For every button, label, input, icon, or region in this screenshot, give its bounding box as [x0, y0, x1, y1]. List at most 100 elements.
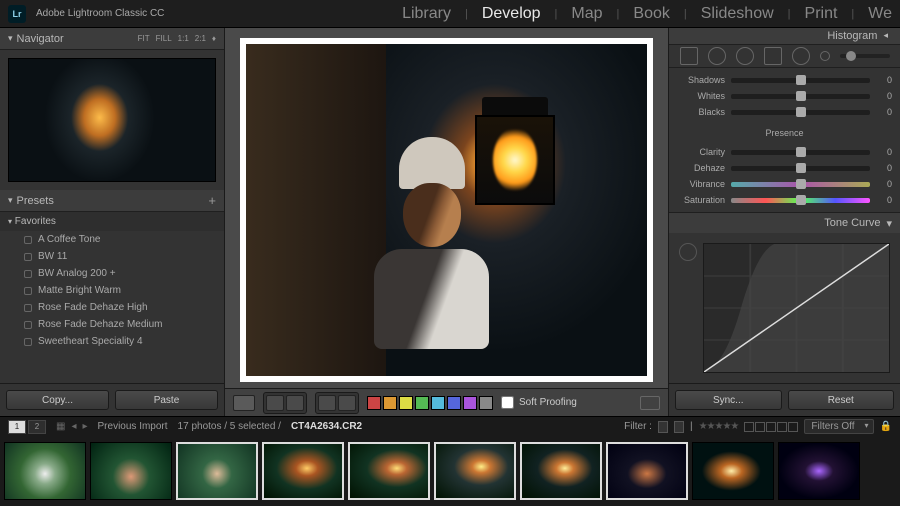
module-slideshow[interactable]: Slideshow	[701, 5, 774, 23]
disclosure-triangle-icon[interactable]: ▾	[8, 217, 12, 226]
soft-proofing-toggle[interactable]: Soft Proofing	[501, 396, 577, 409]
preset-item[interactable]: Rose Fade Dehaze High	[0, 299, 224, 316]
filter-lock-icon[interactable]: 🔒	[880, 421, 892, 432]
gradient-tool[interactable]	[764, 47, 782, 65]
slider-value[interactable]: 0	[876, 91, 892, 101]
module-develop[interactable]: Develop	[482, 5, 541, 23]
before-after-tb-button[interactable]	[286, 395, 304, 411]
slider-thumb[interactable]	[796, 75, 806, 85]
tone-curve-header[interactable]: Tone Curve ▾	[669, 213, 900, 233]
filmstrip-thumb[interactable]	[348, 442, 430, 500]
preset-item[interactable]: Matte Bright Warm	[0, 282, 224, 299]
display-1-button[interactable]: 1	[8, 420, 26, 434]
toolbar-switch-icon[interactable]	[640, 396, 660, 410]
filmstrip-thumb[interactable]	[778, 442, 860, 500]
slider-thumb[interactable]	[796, 195, 806, 205]
color-chip[interactable]	[431, 396, 445, 410]
color-chip[interactable]	[463, 396, 477, 410]
star-rating-filter[interactable]: ★★★★★	[699, 421, 739, 432]
disclosure-triangle-icon[interactable]: ▾	[8, 33, 13, 44]
loupe-view-button[interactable]	[233, 395, 255, 411]
color-filter-yellow[interactable]	[755, 422, 765, 432]
slider-value[interactable]: 0	[876, 107, 892, 117]
color-chip[interactable]	[447, 396, 461, 410]
zoom-1-1[interactable]: 1:1	[178, 34, 189, 43]
slider-value[interactable]: 0	[876, 147, 892, 157]
display-2-button[interactable]: 2	[28, 420, 46, 434]
slider-thumb[interactable]	[796, 147, 806, 157]
slider-thumb[interactable]	[796, 179, 806, 189]
copy-button[interactable]: Copy...	[6, 390, 109, 410]
sync-button[interactable]: Sync...	[675, 390, 782, 410]
image-canvas[interactable]	[240, 38, 653, 382]
zoom-fit[interactable]: FIT	[138, 34, 150, 43]
slider-thumb[interactable]	[796, 91, 806, 101]
slider-value[interactable]: 0	[876, 179, 892, 189]
add-preset-button[interactable]: +	[208, 193, 216, 208]
color-filter-red[interactable]	[744, 422, 754, 432]
preset-item[interactable]: BW 11	[0, 248, 224, 265]
color-filter-purple[interactable]	[788, 422, 798, 432]
filmstrip-thumb[interactable]	[434, 442, 516, 500]
color-filter-green[interactable]	[766, 422, 776, 432]
filmstrip-thumb[interactable]	[692, 442, 774, 500]
color-chip[interactable]	[479, 396, 493, 410]
disclosure-triangle-icon[interactable]: ▾	[886, 217, 892, 230]
swap-after-button[interactable]	[338, 395, 356, 411]
slider-value[interactable]: 0	[876, 195, 892, 205]
presets-header[interactable]: ▾ Presets +	[0, 190, 224, 212]
preset-item[interactable]: BW Analog 200 +	[0, 265, 224, 282]
filmstrip-thumb[interactable]	[176, 442, 258, 500]
color-chip[interactable]	[383, 396, 397, 410]
slider-track[interactable]	[731, 182, 870, 187]
source-label[interactable]: Previous Import	[98, 421, 168, 432]
filmstrip-thumb[interactable]	[262, 442, 344, 500]
tone-curve-graph[interactable]	[703, 243, 890, 373]
slider-thumb[interactable]	[796, 107, 806, 117]
slider-track[interactable]	[731, 198, 870, 203]
brush-size-dot[interactable]	[820, 51, 830, 61]
slider-track[interactable]	[731, 166, 870, 171]
histogram-header[interactable]: Histogram ◂	[669, 28, 900, 45]
filters-off-dropdown[interactable]: Filters Off	[804, 419, 873, 434]
slider-track[interactable]	[731, 94, 870, 99]
zoom-fill[interactable]: FILL	[156, 34, 172, 43]
slider-thumb[interactable]	[796, 163, 806, 173]
filmstrip-thumb[interactable]	[4, 442, 86, 500]
radial-tool[interactable]	[792, 47, 810, 65]
before-after-lr-button[interactable]	[266, 395, 284, 411]
flag-pick-filter[interactable]	[658, 421, 668, 433]
navigator-header[interactable]: ▾ Navigator FIT FILL 1:1 2:1 ♦	[0, 28, 224, 50]
slider-track[interactable]	[731, 110, 870, 115]
zoom-2-1[interactable]: 2:1	[195, 34, 206, 43]
slider-track[interactable]	[731, 78, 870, 83]
slider-value[interactable]: 0	[876, 75, 892, 85]
module-print[interactable]: Print	[805, 5, 838, 23]
target-adjustment-icon[interactable]	[679, 243, 697, 261]
filmstrip-thumb[interactable]	[90, 442, 172, 500]
preset-item[interactable]: Sweetheart Speciality 4	[0, 333, 224, 350]
filmstrip[interactable]	[0, 436, 900, 506]
filmstrip-thumb[interactable]	[606, 442, 688, 500]
spot-tool[interactable]	[708, 47, 726, 65]
forward-icon[interactable]: ▸	[82, 421, 87, 432]
brush-size-slider[interactable]	[840, 54, 890, 58]
color-chip[interactable]	[367, 396, 381, 410]
preset-item[interactable]: A Coffee Tone	[0, 231, 224, 248]
color-chip[interactable]	[415, 396, 429, 410]
main-photo[interactable]	[246, 44, 647, 376]
zoom-more-icon[interactable]: ♦	[212, 34, 216, 43]
redeye-tool[interactable]	[736, 47, 754, 65]
reset-button[interactable]: Reset	[788, 390, 895, 410]
filmstrip-thumb[interactable]	[520, 442, 602, 500]
slider-track[interactable]	[731, 150, 870, 155]
crop-tool[interactable]	[680, 47, 698, 65]
paste-button[interactable]: Paste	[115, 390, 218, 410]
disclosure-triangle-icon[interactable]: ◂	[883, 30, 888, 41]
module-library[interactable]: Library	[402, 5, 451, 23]
preset-item[interactable]: Rose Fade Dehaze Medium	[0, 316, 224, 333]
back-icon[interactable]: ◂	[71, 421, 76, 432]
swap-before-button[interactable]	[318, 395, 336, 411]
color-chip[interactable]	[399, 396, 413, 410]
preset-group-favorites[interactable]: ▾ Favorites	[0, 212, 224, 231]
